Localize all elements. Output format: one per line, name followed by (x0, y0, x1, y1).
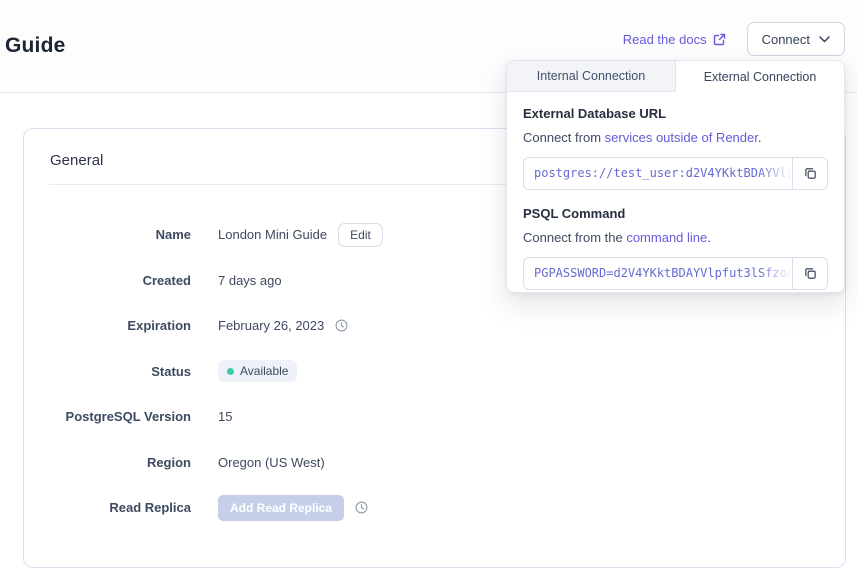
desc-text-end: . (758, 130, 762, 145)
psql-command-desc: Connect from the command line. (523, 230, 828, 245)
row-postgres-version: PostgreSQL Version 15 (24, 394, 845, 440)
row-postgres-version-label: PostgreSQL Version (24, 409, 191, 424)
row-status: Status Available (24, 349, 845, 395)
tab-internal-connection[interactable]: Internal Connection (507, 61, 676, 92)
external-db-url-heading: External Database URL (523, 106, 828, 121)
read-replica-info-icon[interactable] (355, 501, 368, 514)
external-db-url-value[interactable]: postgres://test_user:d2V4YKktBDAYVlpfut3… (524, 158, 792, 189)
command-line-link[interactable]: command line (626, 230, 707, 245)
copy-external-db-url-button[interactable] (792, 158, 827, 189)
row-status-value-group: Available (218, 360, 297, 382)
row-region-label: Region (24, 455, 191, 470)
psql-command-heading: PSQL Command (523, 206, 828, 221)
page-title: Guide (5, 34, 66, 58)
desc-text: Connect from the (523, 230, 626, 245)
read-the-docs-label: Read the docs (623, 32, 707, 47)
row-expiration-value: February 26, 2023 (218, 318, 324, 333)
row-created-value: 7 days ago (218, 273, 282, 288)
connect-button-label: Connect (762, 32, 810, 47)
chevron-down-icon (819, 36, 830, 43)
edit-name-button[interactable]: Edit (338, 223, 383, 247)
row-region: Region Oregon (US West) (24, 440, 845, 486)
status-dot-icon (227, 368, 234, 375)
read-the-docs-link[interactable]: Read the docs (623, 32, 726, 47)
row-status-label: Status (24, 364, 191, 379)
row-name-value-group: London Mini Guide Edit (218, 223, 383, 247)
services-outside-render-link[interactable]: services outside of Render (605, 130, 758, 145)
external-db-url-desc: Connect from services outside of Render. (523, 130, 828, 145)
header-actions: Read the docs Connect (623, 22, 845, 56)
connect-button[interactable]: Connect (747, 22, 845, 56)
expiration-clock-icon[interactable] (335, 319, 348, 332)
row-region-value: Oregon (US West) (218, 455, 325, 470)
status-badge: Available (218, 360, 297, 382)
row-expiration-label: Expiration (24, 318, 191, 333)
external-db-url-field: postgres://test_user:d2V4YKktBDAYVlpfut3… (523, 157, 828, 190)
row-name-label: Name (24, 227, 191, 242)
desc-text: Connect from (523, 130, 605, 145)
copy-psql-command-button[interactable] (792, 258, 827, 289)
row-created-label: Created (24, 273, 191, 288)
connect-panel-body: External Database URL Connect from servi… (507, 92, 844, 322)
psql-command-field: PGPASSWORD=d2V4YKktBDAYVlpfut3lSfzoAWhwb… (523, 257, 828, 290)
status-badge-label: Available (240, 364, 288, 378)
row-read-replica-label: Read Replica (24, 500, 191, 515)
psql-command-value[interactable]: PGPASSWORD=d2V4YKktBDAYVlpfut3lSfzoAWhwb… (524, 258, 792, 289)
add-read-replica-button[interactable]: Add Read Replica (218, 495, 344, 521)
connection-tabs: Internal Connection External Connection (507, 61, 844, 92)
desc-text-end: . (707, 230, 711, 245)
row-name-value: London Mini Guide (218, 227, 327, 242)
row-expiration-value-group: February 26, 2023 (218, 318, 348, 333)
copy-icon (803, 166, 818, 181)
row-postgres-version-value: 15 (218, 409, 232, 424)
connect-dropdown-panel: Internal Connection External Connection … (506, 60, 845, 293)
external-link-icon (713, 33, 726, 46)
copy-icon (803, 266, 818, 281)
row-read-replica-value-group: Add Read Replica (218, 495, 368, 521)
row-read-replica: Read Replica Add Read Replica (24, 485, 845, 531)
tab-external-connection[interactable]: External Connection (676, 61, 844, 92)
